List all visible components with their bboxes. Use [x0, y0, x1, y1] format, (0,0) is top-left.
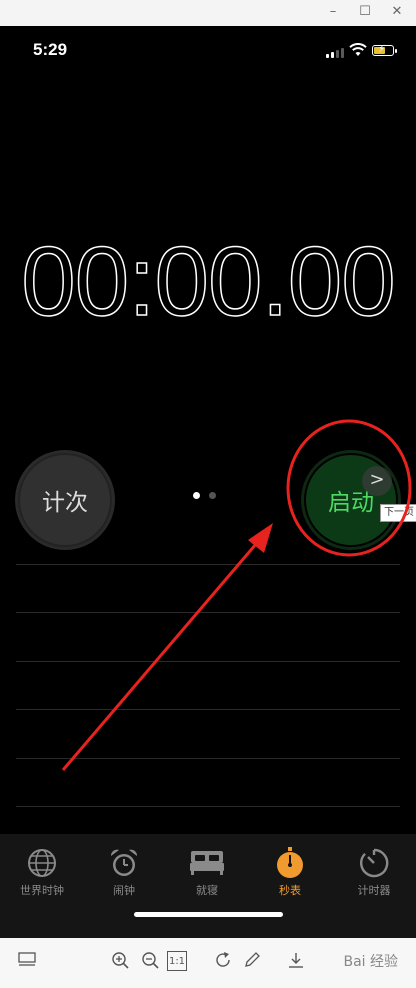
wifi-icon: [349, 43, 367, 56]
status-time: 5:29: [33, 40, 68, 59]
next-page-tooltip: 下一页: [380, 504, 416, 522]
tab-label: 闹钟: [113, 884, 135, 897]
lap-list-divider: [16, 612, 400, 613]
timer-icon: [339, 846, 409, 880]
viewer-title-bar: – ☐ ✕: [0, 0, 416, 26]
close-button[interactable]: ✕: [386, 3, 408, 21]
stopwatch-display: 00:00.00: [20, 226, 396, 336]
zoom-out-icon[interactable]: [138, 948, 162, 972]
tab-stopwatch[interactable]: 秒表: [255, 846, 325, 898]
page-dot-1[interactable]: [193, 492, 200, 499]
tab-label: 秒表: [279, 884, 301, 897]
stopwatch-icon: [255, 846, 325, 880]
minimize-button[interactable]: –: [322, 3, 344, 21]
thumbnail-view-icon[interactable]: [15, 948, 39, 972]
lap-list-divider: [16, 758, 400, 759]
tab-label: 就寝: [196, 884, 218, 897]
lap-list-divider: [16, 564, 400, 565]
lap-list-divider: [16, 806, 400, 807]
tab-label: 世界时钟: [20, 884, 64, 897]
lap-list-divider: [16, 709, 400, 710]
phone-screen: 5:29 ⚡ 00:00.00 计次 启动 > 下一页 世界时钟 闹钟 就寝 秒…: [0, 26, 416, 938]
download-icon[interactable]: [284, 948, 308, 972]
battery-icon: ⚡: [372, 44, 397, 56]
status-bar: 5:29 ⚡: [0, 26, 416, 76]
tab-bedtime[interactable]: 就寝: [172, 846, 242, 898]
tab-timer[interactable]: 计时器: [339, 846, 409, 898]
zoom-in-icon[interactable]: [108, 948, 132, 972]
globe-icon: [7, 846, 77, 880]
lap-button[interactable]: 计次: [18, 453, 112, 547]
edit-pencil-icon[interactable]: [240, 948, 264, 972]
viewer-toolbar: 1:1 Bai 经验: [0, 938, 416, 988]
next-page-arrow-icon[interactable]: >: [362, 466, 392, 496]
rotate-icon[interactable]: [211, 948, 235, 972]
page-dot-2[interactable]: [209, 492, 216, 499]
tab-bar: 世界时钟 闹钟 就寝 秒表 计时器: [0, 834, 416, 938]
alarm-clock-icon: [89, 846, 159, 880]
tab-world-clock[interactable]: 世界时钟: [7, 846, 77, 898]
actual-size-button[interactable]: 1:1: [167, 951, 187, 971]
tab-alarm[interactable]: 闹钟: [89, 846, 159, 898]
home-indicator[interactable]: [134, 912, 283, 917]
bed-icon: [172, 846, 242, 880]
maximize-button[interactable]: ☐: [354, 3, 376, 21]
watermark-logo: Bai 经验: [343, 954, 398, 970]
tab-label: 计时器: [357, 884, 391, 897]
lap-list-divider: [16, 661, 400, 662]
